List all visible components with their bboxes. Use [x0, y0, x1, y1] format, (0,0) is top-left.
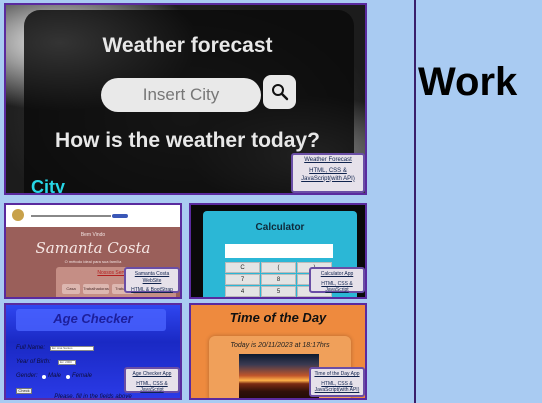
hero-name: Samanta Costa [35, 239, 151, 257]
project-tag[interactable]: Calculator App HTML, CSS & JavaScript [309, 267, 365, 293]
birth-year-label: Year of Birth: [16, 359, 51, 365]
hero-tagline: O método ideal para sua família [64, 259, 122, 264]
project-card-samanta[interactable]: Bem Vindo Samanta Costa O método ideal p… [4, 203, 182, 299]
sunset-image [239, 354, 319, 398]
preview-title: Weather forecast [102, 34, 273, 57]
project-tag-stack: HTML, CSS & JavaScript [321, 280, 353, 294]
birth-year-input: Ex: 2000 [58, 360, 76, 365]
calculator-display [225, 244, 333, 258]
full-name-label: Full Name: [16, 345, 46, 351]
male-radio [42, 375, 46, 379]
preview-navbar [6, 205, 180, 227]
age-footer: Please, fill in the fields above [54, 394, 132, 400]
time-title: Time of the Day [229, 310, 327, 325]
gender-label: Gender: [16, 373, 38, 379]
project-card-calculator[interactable]: Calculator C ( ) 7 8 9 4 5 6 Calculator … [189, 203, 367, 299]
today-text: Today is 20/11/2023 at 18:17hrs [230, 342, 330, 349]
calculator-title: Calculator [255, 222, 305, 233]
section-title: Work [418, 60, 518, 104]
project-tag-stack: HTML, CSS & JavaScript [136, 380, 168, 394]
project-card-time[interactable]: Time of the Day Today is 20/11/2023 at 1… [189, 303, 367, 400]
calc-key: 4 [225, 286, 260, 297]
calc-key: 8 [261, 274, 296, 285]
search-icon [271, 84, 288, 101]
female-radio [66, 375, 70, 379]
project-tag-title[interactable]: Calculator App [314, 271, 360, 278]
age-title: Age Checker [53, 311, 133, 326]
service-button: Trabalhadoras [83, 284, 109, 294]
project-tag[interactable]: Weather Forecast HTML, CSS & JavaScript(… [291, 153, 365, 193]
city-label: City [31, 177, 66, 195]
project-tag-stack: HTML, CSS & JavaScript(with API) [301, 167, 355, 182]
calc-key: 5 [261, 286, 296, 297]
project-tag-title[interactable]: Weather Forecast [296, 157, 360, 165]
project-tag[interactable]: Samanta Costa WebSite HTML & BootStrap [124, 267, 180, 293]
project-tag-stack: HTML & BootStrap [131, 287, 173, 293]
male-label: Male [48, 373, 62, 379]
female-label: Female [72, 373, 93, 379]
calc-key: ( [261, 262, 296, 273]
calc-key: C [225, 262, 260, 273]
project-tag[interactable]: Time of the Day App HTML, CSS & JavaScri… [309, 367, 365, 397]
nav-links [31, 215, 111, 217]
project-card-age[interactable]: Age Checker Full Name: Ex: Ana Santos Ye… [4, 303, 182, 400]
project-tag-stack: HTML, CSS & JavaScript(with API) [314, 380, 360, 394]
full-name-input: Ex: Ana Santos [50, 346, 94, 351]
search-button [263, 75, 296, 109]
project-card-weather[interactable]: Weather forecast Insert City How is the … [4, 3, 367, 195]
logo-icon [12, 209, 24, 221]
project-tag-title[interactable]: Time of the Day App [314, 371, 360, 378]
preview-subtitle: How is the weather today? [55, 129, 320, 152]
social-icons [112, 214, 128, 218]
calc-key: 7 [225, 274, 260, 285]
project-tag-title[interactable]: Age Checker App [129, 371, 175, 378]
city-search-input: Insert City [101, 78, 261, 112]
service-button: Casa [62, 284, 80, 294]
project-tag-title[interactable]: Samanta Costa WebSite [129, 271, 175, 284]
vertical-divider [414, 0, 416, 403]
hero-welcome: Bem Vindo [80, 232, 106, 238]
project-tag[interactable]: Age Checker App HTML, CSS & JavaScript [124, 367, 180, 393]
